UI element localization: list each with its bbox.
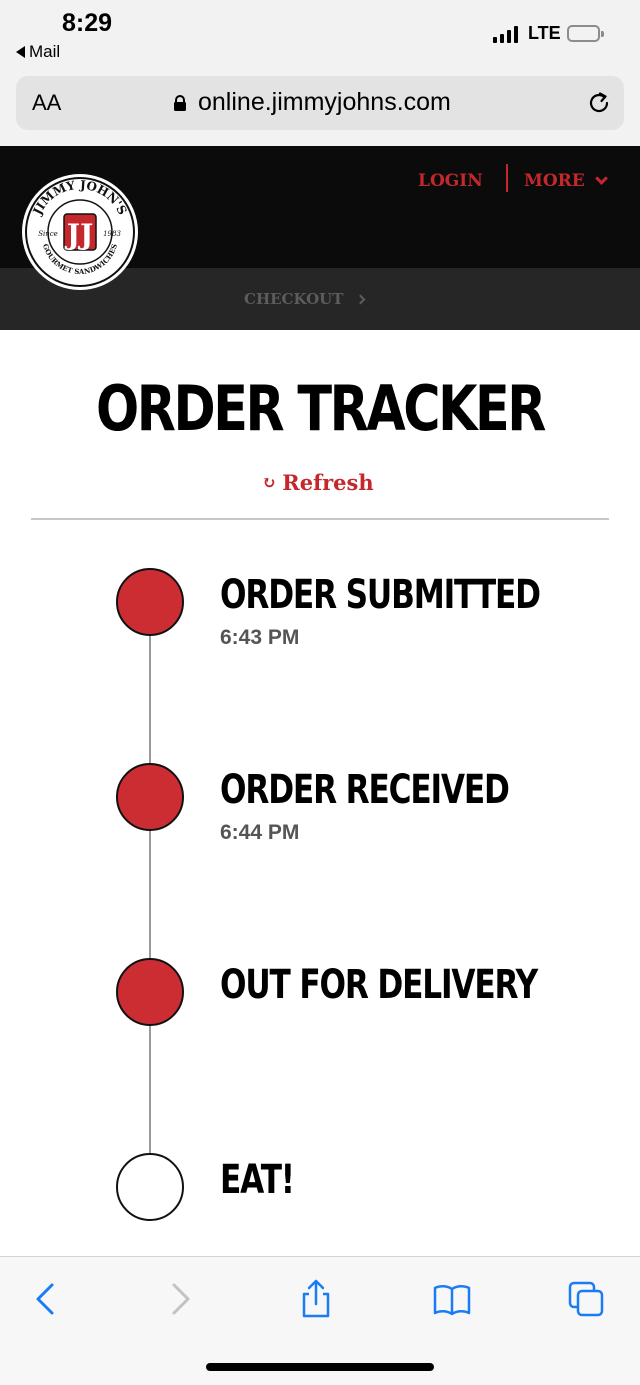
checkout-label: CHECKOUT: [244, 290, 344, 308]
status-dot-icon: [116, 568, 184, 636]
timeline-line: [149, 602, 151, 1187]
logo-since-text: Since: [38, 230, 58, 238]
clock: 8:29: [62, 9, 113, 37]
step-time: 6:44 PM: [220, 821, 300, 844]
share-icon[interactable]: [296, 1279, 336, 1319]
reload-icon[interactable]: [586, 90, 612, 116]
step-time: 6:43 PM: [220, 626, 300, 649]
network-label: LTE: [528, 23, 561, 43]
forward-icon[interactable]: [160, 1279, 200, 1319]
divider: [31, 518, 609, 520]
status-bar: 8:29 Mail LTE: [0, 0, 640, 70]
chevron-right-icon: [355, 294, 366, 304]
nav-divider: [506, 164, 508, 192]
step-label: ORDER SUBMITTED: [220, 572, 541, 618]
browser-address-area: AA online.jimmyjohns.com: [0, 70, 640, 146]
url-text[interactable]: online.jimmyjohns.com: [198, 88, 451, 117]
page-title: ORDER TRACKER: [96, 372, 546, 445]
login-link[interactable]: LOGIN: [418, 171, 483, 191]
signal-icon: [493, 25, 518, 43]
jimmy-johns-logo[interactable]: JIMMY JOHN'S GOURMET SANDWICHES JJ Since…: [20, 172, 140, 292]
text-size-button[interactable]: AA: [32, 90, 61, 116]
checkout-link[interactable]: CHECKOUT: [244, 290, 366, 308]
logo-year-text: 1983: [103, 230, 121, 238]
step-label: ORDER RECEIVED: [220, 767, 510, 813]
status-dot-icon: [116, 763, 184, 831]
back-icon[interactable]: [26, 1279, 66, 1319]
more-menu-button[interactable]: MORE: [524, 171, 608, 191]
status-dot-icon: [116, 1153, 184, 1221]
refresh-icon: ↻: [262, 472, 277, 493]
battery-icon: [567, 25, 604, 42]
tabs-icon[interactable]: [566, 1279, 606, 1319]
status-dot-icon: [116, 958, 184, 1026]
step-label: OUT FOR DELIVERY: [220, 962, 538, 1008]
home-indicator: [206, 1363, 434, 1371]
step-label: EAT!: [220, 1157, 295, 1203]
logo-monogram: JJ: [64, 218, 94, 251]
address-bar[interactable]: AA online.jimmyjohns.com: [16, 76, 624, 130]
refresh-button[interactable]: ↻ Refresh: [262, 470, 374, 495]
lock-icon: [174, 95, 186, 111]
refresh-label: Refresh: [282, 470, 374, 495]
more-label: MORE: [524, 171, 585, 191]
bookmarks-icon[interactable]: [432, 1279, 472, 1319]
back-app-label: Mail: [29, 42, 61, 61]
back-triangle-icon: [16, 46, 25, 58]
back-to-app-link[interactable]: Mail: [16, 42, 60, 62]
chevron-down-icon: [594, 172, 608, 185]
